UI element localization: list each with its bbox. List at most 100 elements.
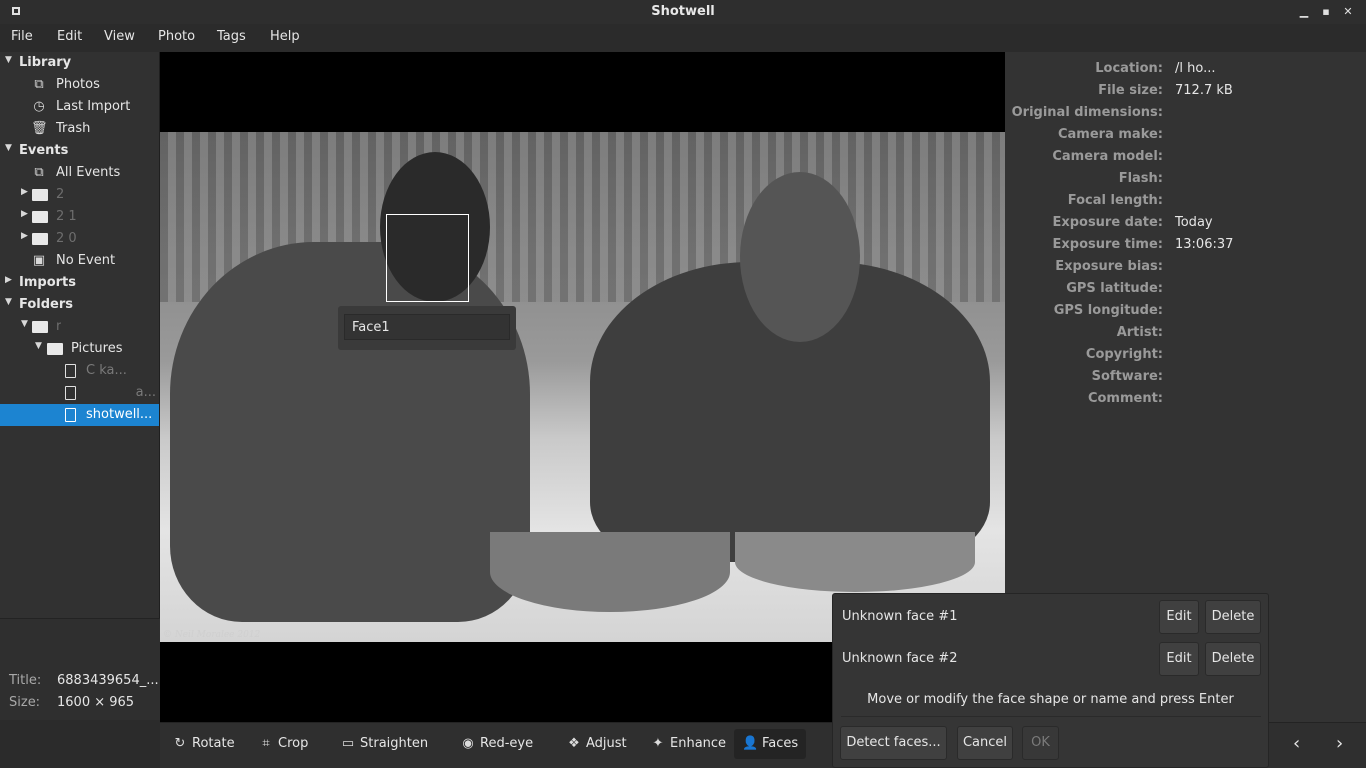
faces-popover: Unknown face #1 Edit Delete Unknown face… bbox=[832, 593, 1269, 768]
close-icon[interactable]: ✕ bbox=[1341, 5, 1355, 19]
sidebar-item-photos[interactable]: ⧉ Photos bbox=[0, 74, 159, 96]
faces-button[interactable]: 👤 Faces bbox=[734, 729, 807, 759]
face-name-popup: Face1 bbox=[338, 306, 516, 350]
menu-edit[interactable]: Edit bbox=[57, 29, 82, 44]
folder-icon bbox=[32, 187, 48, 203]
photo-bowl bbox=[490, 532, 730, 612]
straighten-button[interactable]: ▭ Straighten bbox=[340, 729, 428, 759]
delete-face-button[interactable]: Delete bbox=[1205, 642, 1261, 676]
sidebar-item-no-event[interactable]: ▣ No Event bbox=[0, 250, 159, 272]
folder-icon bbox=[47, 341, 63, 357]
photo-image[interactable]: © Neil Moralee 2012 bbox=[160, 132, 1005, 642]
sidebar-item-last-import[interactable]: ◷ Last Import bbox=[0, 96, 159, 118]
menu-view[interactable]: View bbox=[104, 29, 135, 44]
face-name: Unknown face #2 bbox=[842, 651, 958, 666]
metadata-label: GPS longitude: bbox=[1053, 303, 1163, 318]
sidebar-imports[interactable]: ▶ Imports bbox=[0, 272, 159, 294]
sidebar-item-trash[interactable]: 🗑 Trash bbox=[0, 118, 159, 140]
face-selection-box[interactable] bbox=[386, 214, 469, 302]
metadata-label: File size: bbox=[1098, 83, 1163, 98]
person-icon: 👤 bbox=[742, 736, 759, 751]
red-eye-button[interactable]: ◉ Red-eye bbox=[460, 729, 533, 759]
divider bbox=[841, 716, 1261, 717]
metadata-label: Location: bbox=[1095, 61, 1163, 76]
sidebar-item-file[interactable]: C ka... bbox=[0, 360, 159, 382]
events-icon: ⧉ bbox=[34, 165, 44, 180]
sidebar-item-file-selected[interactable]: shotwell... bbox=[0, 404, 159, 426]
sidebar-item-folder-pictures[interactable]: ▼ Pictures bbox=[0, 338, 159, 360]
edit-face-button[interactable]: Edit bbox=[1159, 600, 1199, 634]
trash-icon: 🗑 bbox=[31, 121, 48, 136]
face-name: Unknown face #1 bbox=[842, 609, 958, 624]
menu-photo[interactable]: Photo bbox=[158, 29, 195, 44]
sidebar-item-all-events[interactable]: ⧉ All Events bbox=[0, 162, 159, 184]
menu-tags[interactable]: Tags bbox=[217, 29, 246, 44]
sidebar-library[interactable]: ▼ Library bbox=[0, 52, 159, 74]
rotate-button[interactable]: ↻ Rotate bbox=[172, 729, 235, 759]
metadata-value: /l ho... bbox=[1175, 61, 1216, 76]
rotate-icon: ↻ bbox=[174, 736, 186, 751]
menu-file[interactable]: File bbox=[11, 29, 33, 44]
title-bar: Shotwell ▁ ▪ ✕ bbox=[0, 0, 1366, 24]
expand-arrow-icon[interactable]: ▶ bbox=[21, 187, 28, 197]
adjust-icon: ❖ bbox=[568, 736, 580, 751]
expand-arrow-icon[interactable]: ▶ bbox=[21, 209, 28, 219]
menu-help[interactable]: Help bbox=[270, 29, 300, 44]
metadata-value: 13:06:37 bbox=[1175, 237, 1234, 252]
chevron-left-icon[interactable]: ‹ bbox=[1293, 733, 1300, 754]
maximize-icon[interactable]: ▪ bbox=[1319, 5, 1333, 19]
title-label: Title: bbox=[9, 673, 42, 688]
sidebar-item-year[interactable]: ▶ 2 1 bbox=[0, 206, 159, 228]
photo-person-left bbox=[170, 242, 530, 622]
edit-face-button[interactable]: Edit bbox=[1159, 642, 1199, 676]
expand-arrow-icon[interactable]: ▼ bbox=[35, 341, 42, 351]
metadata-label: Focal length: bbox=[1067, 193, 1163, 208]
metadata-label: Exposure time: bbox=[1052, 237, 1163, 252]
expand-arrow-icon[interactable]: ▶ bbox=[21, 231, 28, 241]
metadata-label: Software: bbox=[1091, 369, 1163, 384]
sidebar-events[interactable]: ▼ Events bbox=[0, 140, 159, 162]
expand-arrow-icon[interactable]: ▼ bbox=[21, 319, 28, 329]
adjust-button[interactable]: ❖ Adjust bbox=[566, 729, 626, 759]
enhance-icon: ✦ bbox=[652, 736, 664, 751]
metadata-value: 712.7 kB bbox=[1175, 83, 1233, 98]
file-icon bbox=[62, 407, 78, 423]
photo-info-panel: Title: 6883439654_... Size: 1600 × 965 bbox=[0, 618, 160, 720]
minimize-icon[interactable]: ▁ bbox=[1297, 5, 1311, 19]
eye-icon: ◉ bbox=[462, 736, 474, 751]
sidebar-item-year[interactable]: ▶ 2 bbox=[0, 184, 159, 206]
expand-arrow-icon[interactable]: ▼ bbox=[5, 297, 12, 307]
ok-button[interactable]: OK bbox=[1022, 726, 1059, 760]
title-value: 6883439654_... bbox=[57, 673, 159, 688]
sidebar-item-file[interactable]: a... bbox=[0, 382, 159, 404]
photo-bowl bbox=[735, 532, 975, 592]
expand-arrow-icon[interactable]: ▶ bbox=[5, 275, 12, 285]
metadata-label: GPS latitude: bbox=[1066, 281, 1163, 296]
chevron-right-icon[interactable]: › bbox=[1336, 733, 1343, 754]
metadata-label: Exposure bias: bbox=[1055, 259, 1163, 274]
sidebar: ▼ Library ⧉ Photos ◷ Last Import 🗑 Trash… bbox=[0, 52, 160, 618]
expand-arrow-icon[interactable]: ▼ bbox=[5, 143, 12, 153]
face-list-row[interactable]: Unknown face #2 Edit Delete bbox=[833, 639, 1268, 679]
crop-button[interactable]: ⌗ Crop bbox=[258, 729, 308, 759]
detect-faces-button[interactable]: Detect faces... bbox=[840, 726, 947, 760]
expand-arrow-icon[interactable]: ▼ bbox=[5, 55, 12, 65]
sidebar-item-year[interactable]: ▶ 2 0 bbox=[0, 228, 159, 250]
metadata-label: Artist: bbox=[1116, 325, 1163, 340]
sidebar-item-folder-root[interactable]: ▼ r bbox=[0, 316, 159, 338]
face-list-row[interactable]: Unknown face #1 Edit Delete bbox=[833, 597, 1268, 637]
cancel-button[interactable]: Cancel bbox=[957, 726, 1013, 760]
sidebar-folders[interactable]: ▼ Folders bbox=[0, 294, 159, 316]
metadata-value: Today bbox=[1175, 215, 1213, 230]
no-event-icon: ▣ bbox=[32, 253, 46, 268]
photos-icon: ⧉ bbox=[34, 77, 44, 92]
faces-hint-text: Move or modify the face shape or name an… bbox=[867, 692, 1234, 707]
delete-face-button[interactable]: Delete bbox=[1205, 600, 1261, 634]
metadata-label: Camera model: bbox=[1052, 149, 1163, 164]
metadata-label: Comment: bbox=[1087, 391, 1163, 406]
enhance-button[interactable]: ✦ Enhance bbox=[650, 729, 727, 759]
file-icon bbox=[62, 385, 78, 401]
photo-head-right bbox=[740, 172, 860, 342]
menu-bar: File Edit View Photo Tags Help bbox=[0, 24, 1366, 52]
face-name-input[interactable]: Face1 bbox=[344, 314, 510, 340]
